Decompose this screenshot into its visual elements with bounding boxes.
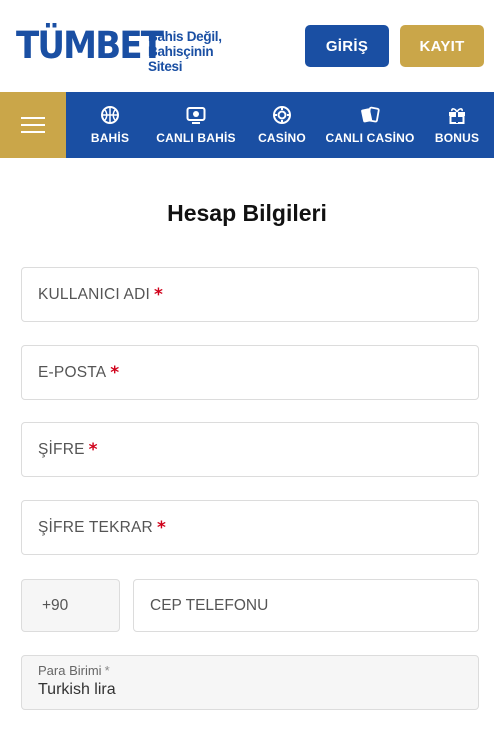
tagline-line-1: Bahis Değil, [148,29,222,44]
brand-name: TÜMBET [16,24,164,67]
brand-tagline: Bahis Değil, Bahisçinin Sitesi [148,29,244,74]
username-field[interactable]: KULLANICI ADI * [21,267,479,322]
phone-country-code: +90 [21,579,120,632]
nav-item-casino[interactable]: CASİNO [252,92,312,158]
basketball-icon [101,106,119,124]
main-nav: BAHİS CANLI BAHİS CASİNO CANLI CASİNO BO… [0,92,494,158]
gift-icon [449,108,465,124]
register-button[interactable]: KAYIT [400,25,484,67]
menu-line [21,124,45,126]
email-placeholder: E-POSTA [38,363,107,381]
required-mark: * [104,663,110,678]
nav-item-bonus[interactable]: BONUS [430,92,484,158]
nav-label: CANLI BAHİS [156,131,236,145]
nav-item-canli-bahis[interactable]: CANLI BAHİS [156,92,236,158]
phone-placeholder: CEP TELEFONU [150,596,269,614]
required-mark: * [110,362,120,383]
hamburger-menu-button[interactable] [0,92,66,158]
login-button[interactable]: GİRİŞ [305,25,389,67]
password-repeat-field[interactable]: ŞİFRE TEKRAR * [21,500,479,555]
currency-label: Para Birimi [38,663,102,678]
nav-label: BAHİS [90,131,130,145]
menu-line [21,131,45,133]
currency-value: Turkish lira [38,681,116,698]
nav-item-bahis[interactable]: BAHİS [80,92,140,158]
page-title: Hesap Bilgileri [167,200,327,226]
phone-field[interactable]: CEP TELEFONU [133,579,479,632]
nav-label: CANLI CASİNO [325,131,415,145]
required-mark: * [88,439,98,460]
brand-logo[interactable]: TÜMBET Bahis Değil, Bahisçinin Sitesi [16,24,244,74]
site-header: TÜMBET Bahis Değil, Bahisçinin Sitesi Gİ… [0,0,494,92]
required-mark: * [156,517,166,538]
username-placeholder: KULLANICI ADI [38,285,151,303]
chip-icon [273,106,291,124]
currency-select[interactable]: Para Birimi * Turkish lira [21,655,479,710]
cards-icon [361,106,380,123]
menu-line [21,117,45,119]
nav-label: CASİNO [258,131,306,145]
password-placeholder: ŞİFRE [38,440,85,458]
currency-label-row: Para Birimi * [38,663,110,678]
live-tv-icon [186,107,206,124]
email-field[interactable]: E-POSTA * [21,345,479,400]
nav-item-canli-casino[interactable]: CANLI CASİNO [325,92,415,158]
nav-label: BONUS [434,131,480,145]
password-field[interactable]: ŞİFRE * [21,422,479,477]
required-mark: * [154,284,163,305]
tagline-line-2: Bahisçinin Sitesi [148,44,214,74]
password-repeat-placeholder: ŞİFRE TEKRAR [38,518,153,536]
